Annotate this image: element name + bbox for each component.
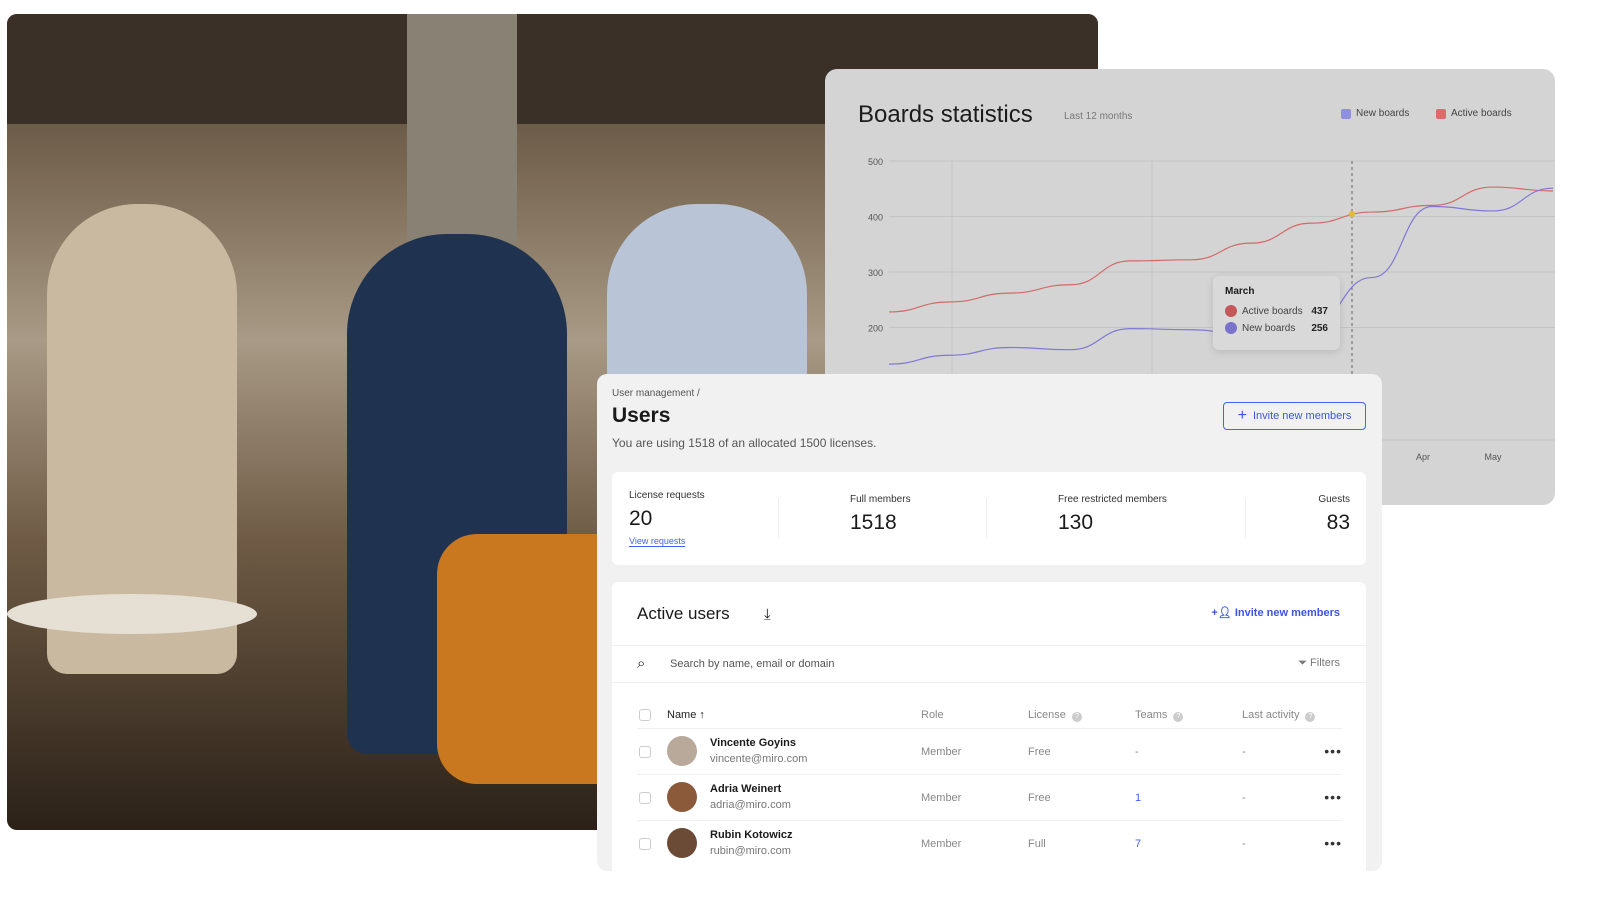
select-all-checkbox[interactable] [639, 709, 651, 721]
user-role: Member [921, 838, 962, 850]
help-icon: ? [1173, 712, 1184, 722]
column-role: Role [921, 709, 944, 721]
user-license: Free [1028, 792, 1051, 804]
view-requests-link[interactable]: View requests [629, 536, 686, 547]
column-license: License? [1028, 709, 1082, 722]
search-bar[interactable]: ⌕ Search by name, email or domain ⏷ Filt… [612, 645, 1366, 683]
x-tick-label: May [1484, 452, 1502, 462]
column-last-activity: Last activity? [1242, 709, 1316, 722]
table-row[interactable]: Vincente Goyins vincente@miro.com Member… [637, 728, 1342, 774]
stat-full-members: Full members 1518 [850, 494, 911, 534]
user-email: adria@miro.com [710, 799, 791, 811]
license-stats: License requests 20 View requests Full mem… [612, 472, 1366, 565]
avatar [667, 736, 697, 766]
user-role: Member [921, 792, 962, 804]
y-tick-label: 400 [868, 213, 883, 223]
more-options-icon[interactable]: ••• [1324, 789, 1342, 805]
stat-guests: Guests 83 [1318, 494, 1350, 534]
more-options-icon[interactable]: ••• [1324, 835, 1342, 851]
row-checkbox[interactable] [639, 746, 651, 758]
user-name: Vincente Goyins [710, 737, 796, 749]
plus-icon: + [1237, 407, 1247, 424]
table-row[interactable]: Adria Weinert adria@miro.com Member Free… [637, 774, 1342, 820]
column-teams: Teams? [1135, 709, 1184, 722]
chart-tooltip: March Active boards 437 New boards 256 [1213, 276, 1340, 350]
user-license: Full [1028, 838, 1046, 850]
users-panel: User management / Users You are using 15… [597, 374, 1382, 871]
help-icon: ? [1305, 712, 1316, 722]
stat-free-restricted: Free restricted members 130 [1058, 494, 1167, 534]
active-users-title: Active users [637, 604, 730, 623]
filter-icon: ⏷ [1298, 657, 1311, 669]
y-tick-label: 500 [868, 157, 883, 167]
avatar [667, 828, 697, 858]
user-teams[interactable]: 1 [1135, 792, 1141, 804]
active-users-card: Active users ⤓ +👤︎ Invite new members ⌕ … [612, 582, 1366, 871]
user-license: Free [1028, 746, 1051, 758]
filters-button[interactable]: ⏷ Filters [1298, 657, 1340, 670]
license-usage-text: You are using 1518 of an allocated 1500 … [612, 436, 877, 450]
sort-up-icon: ↑ [699, 709, 705, 721]
row-checkbox[interactable] [639, 838, 651, 850]
x-tick-label: Apr [1416, 452, 1430, 462]
user-email: vincente@miro.com [710, 753, 808, 765]
hover-point [1349, 211, 1355, 217]
breadcrumb[interactable]: User management / [612, 388, 700, 399]
user-last-activity: - [1242, 792, 1246, 804]
user-teams[interactable]: 7 [1135, 838, 1141, 850]
user-teams: - [1135, 746, 1139, 758]
table-row[interactable]: Rubin Kotowicz rubin@miro.com Member Ful… [637, 820, 1342, 866]
search-input[interactable]: Search by name, email or domain [670, 658, 834, 670]
user-name: Rubin Kotowicz [710, 829, 793, 841]
add-user-icon: +👤︎ [1211, 607, 1235, 619]
download-icon[interactable]: ⤓ [764, 606, 771, 623]
column-name[interactable]: Name ↑ [667, 709, 705, 721]
avatar [667, 782, 697, 812]
row-checkbox[interactable] [639, 792, 651, 804]
invite-members-link[interactable]: +👤︎ Invite new members [1211, 606, 1340, 619]
more-options-icon[interactable]: ••• [1324, 743, 1342, 759]
search-icon: ⌕ [637, 655, 646, 672]
page-title: Users [612, 404, 671, 427]
y-tick-label: 200 [868, 324, 883, 334]
user-role: Member [921, 746, 962, 758]
invite-new-members-button[interactable]: + Invite new members [1223, 402, 1366, 430]
user-email: rubin@miro.com [710, 845, 791, 857]
stat-license-requests: License requests 20 View requests [629, 490, 705, 547]
y-tick-label: 300 [868, 268, 883, 278]
help-icon: ? [1071, 712, 1082, 722]
user-last-activity: - [1242, 746, 1246, 758]
user-last-activity: - [1242, 838, 1246, 850]
user-name: Adria Weinert [710, 783, 782, 795]
